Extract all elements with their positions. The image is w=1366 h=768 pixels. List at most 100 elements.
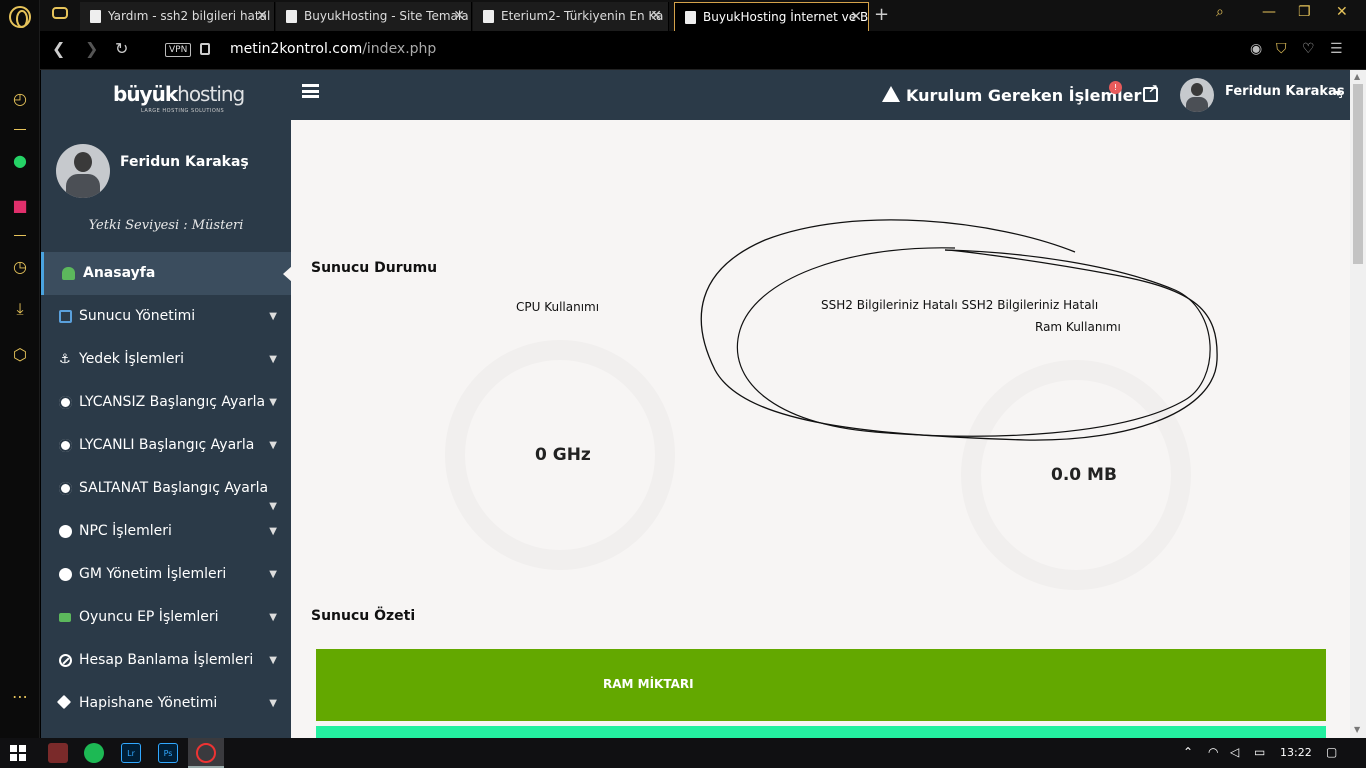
url-host: metin2kontrol.com — [230, 41, 363, 57]
address-bar: ❮ ❯ ↻ VPN metin2kontrol.com/index.php ◉ … — [40, 31, 1366, 70]
plus-circle-icon — [59, 525, 72, 538]
back-icon[interactable]: ❮ — [52, 39, 65, 58]
gear-icon — [59, 482, 72, 495]
chevron-down-icon: ▼ — [269, 311, 277, 322]
sidebar-item-sunucu-yonetimi[interactable]: Sunucu Yönetimi ▼ — [41, 295, 291, 338]
sidebar-item-npc-islemleri[interactable]: NPC İşlemleri ▼ — [41, 510, 291, 553]
lock-icon[interactable] — [200, 43, 210, 55]
tab-bar: Yardım - ssh2 bilgileri hatal ✕ BuyukHos… — [40, 0, 1366, 31]
sidebar-item-anasayfa[interactable]: Anasayfa — [41, 252, 292, 295]
tab-eterium2[interactable]: Eterium2- Türkiyenin En Ka ✕ — [473, 2, 669, 31]
hand-drawn-annotation — [700, 219, 1218, 441]
menu-toggle-icon[interactable] — [302, 84, 319, 98]
sidebar-item-gm-yonetim[interactable]: GM Yönetim İşlemleri ▼ — [41, 553, 291, 596]
ram-amount-bar: RAM MİKTARI — [316, 649, 1326, 721]
sidebar-item-label: SALTANAT Başlangıç Ayarla — [79, 480, 269, 496]
sidebar-item-lycanli[interactable]: LYCANLI Başlangıç Ayarla ▼ — [41, 424, 291, 467]
brand-area[interactable]: büyükhosting LARGE HOSTING SOLUTIONS — [41, 70, 291, 120]
ram-amount-label: RAM MİKTARI — [603, 677, 694, 691]
cpu-label: CPU Kullanımı — [516, 300, 600, 314]
volume-icon[interactable]: ◁ — [1230, 745, 1239, 759]
shield-icon[interactable]: ⛉ — [1276, 41, 1287, 57]
sidebar-item-hapishane[interactable]: Hapishane Yönetimi ▼ — [41, 682, 291, 725]
sidebar-item-yedek-islemleri[interactable]: ⚓ Yedek İşlemleri ▼ — [41, 338, 291, 381]
history-icon[interactable]: ◷ — [9, 256, 31, 278]
tab-title: Eterium2- Türkiyenin En Ka — [501, 9, 664, 23]
tab-close-icon[interactable]: ✕ — [650, 2, 662, 30]
tab-yardim[interactable]: Yardım - ssh2 bilgileri hatal ✕ — [80, 2, 275, 31]
scrollbar-thumb[interactable] — [1353, 84, 1363, 264]
sidebar-item-label: LYCANLI Başlangıç Ayarla — [79, 437, 255, 453]
extensions-cube-icon[interactable]: ⬡ — [9, 344, 31, 366]
gx-control-icon[interactable] — [52, 7, 68, 19]
scroll-up-icon[interactable]: ▲ — [1354, 72, 1360, 81]
notifications-icon[interactable]: ▢ — [1326, 745, 1337, 759]
user-avatar[interactable] — [1180, 78, 1214, 112]
lightroom-icon[interactable]: Lr — [121, 743, 141, 763]
minimize-icon[interactable]: — — [1262, 4, 1276, 20]
tab-buyukhosting-tema[interactable]: BuyukHosting - Site Temala ✕ — [276, 2, 472, 31]
camera-icon[interactable]: ◉ — [1250, 41, 1262, 57]
close-window-icon[interactable]: ✕ — [1336, 4, 1348, 20]
more-options-icon[interactable]: ⋯ — [9, 686, 31, 708]
clock[interactable]: 13:22 — [1280, 746, 1312, 759]
wifi-icon[interactable]: ◠ — [1208, 745, 1218, 759]
photoshop-icon[interactable]: Ps — [158, 743, 178, 763]
page-scrollbar[interactable]: ▲ ▼ — [1350, 70, 1366, 738]
heart-icon[interactable]: ♡ — [1302, 41, 1315, 57]
sidebar-item-saltanat[interactable]: SALTANAT Başlangıç Ayarla ▼ — [41, 467, 291, 512]
server-icon — [59, 310, 72, 323]
windows-taskbar: Lr Ps ⌃ ◠ ◁ ▭ 13:22 ▢ — [0, 738, 1366, 768]
tab-title: Yardım - ssh2 bilgileri hatal — [108, 9, 271, 23]
scroll-down-icon[interactable]: ▼ — [1354, 725, 1360, 734]
page-favicon-icon — [483, 10, 494, 23]
sidebar-menu: Anasayfa Sunucu Yönetimi ▼ ⚓ Yedek İşlem… — [41, 252, 292, 725]
brand-logo[interactable]: büyükhosting — [113, 82, 245, 106]
brand-tagline: LARGE HOSTING SOLUTIONS — [141, 108, 225, 114]
speed-dial-icon[interactable]: ◴ — [9, 88, 31, 110]
chevron-down-icon: ▼ — [269, 440, 277, 451]
opera-logo-icon[interactable] — [9, 6, 31, 28]
server-status-title: Sunucu Durumu — [311, 260, 438, 276]
tray-chevron-icon[interactable]: ⌃ — [1183, 745, 1193, 759]
chevron-down-icon: ▼ — [269, 526, 277, 537]
chevron-down-icon: ▼ — [269, 354, 277, 365]
battery-icon[interactable]: ▭ — [1254, 745, 1265, 759]
sidebar-item-label: GM Yönetim İşlemleri — [79, 566, 227, 582]
new-tab-button[interactable]: + — [874, 4, 889, 25]
opera-gx-icon[interactable] — [48, 743, 68, 763]
search-tabs-icon[interactable]: ⌕ — [1216, 4, 1224, 20]
dashboard-icon — [62, 267, 75, 280]
sidebar-item-lycansiz[interactable]: LYCANSIZ Başlangıç Ayarla ▼ — [41, 381, 291, 424]
tab-close-icon[interactable]: ✕ — [453, 2, 465, 30]
caret-down-icon[interactable] — [1334, 91, 1342, 96]
ram-value: 0.0 MB — [1051, 465, 1117, 485]
setup-tasks-link[interactable]: Kurulum Gereken İşlemler — [906, 86, 1141, 105]
tab-title: BuyukHosting - Site Temala — [304, 9, 469, 23]
easy-setup-icon[interactable]: ☰ — [1330, 41, 1343, 57]
tab-buyukhosting-active[interactable]: BuyukHosting İnternet ve B ✕ — [674, 2, 869, 31]
forward-icon[interactable]: ❯ — [85, 39, 98, 58]
profile-name: Feridun Karakaş — [120, 154, 249, 170]
spotify-icon[interactable] — [84, 743, 104, 763]
instagram-icon[interactable]: ■ — [9, 195, 31, 217]
downloads-icon[interactable]: ⤓ — [9, 298, 31, 320]
server-summary-title: Sunucu Özeti — [311, 608, 416, 624]
sidebar-item-oyuncu-ep[interactable]: Oyuncu EP İşlemleri ▼ — [41, 596, 291, 639]
tab-close-icon[interactable]: ✕ — [256, 2, 268, 30]
sidebar-item-label: Sunucu Yönetimi — [79, 308, 196, 324]
gavel-icon — [56, 694, 72, 710]
restore-icon[interactable]: ❐ — [1298, 4, 1311, 20]
whatsapp-icon[interactable]: ● — [9, 150, 31, 172]
tab-close-icon[interactable]: ✕ — [850, 3, 862, 31]
external-link-icon[interactable] — [1143, 82, 1158, 102]
profile-avatar — [56, 144, 110, 198]
user-menu[interactable]: Feridun Karakaş — [1225, 84, 1345, 99]
sidebar-item-label: Hapishane Yönetimi — [79, 695, 218, 711]
sidebar-item-hesap-banlama[interactable]: Hesap Banlama İşlemleri ▼ — [41, 639, 291, 682]
reload-icon[interactable]: ↻ — [115, 39, 128, 58]
url-field[interactable]: metin2kontrol.com/index.php — [230, 41, 436, 57]
vpn-badge[interactable]: VPN — [165, 43, 192, 57]
opera-icon[interactable] — [196, 743, 216, 763]
windows-start-icon[interactable] — [10, 745, 27, 762]
